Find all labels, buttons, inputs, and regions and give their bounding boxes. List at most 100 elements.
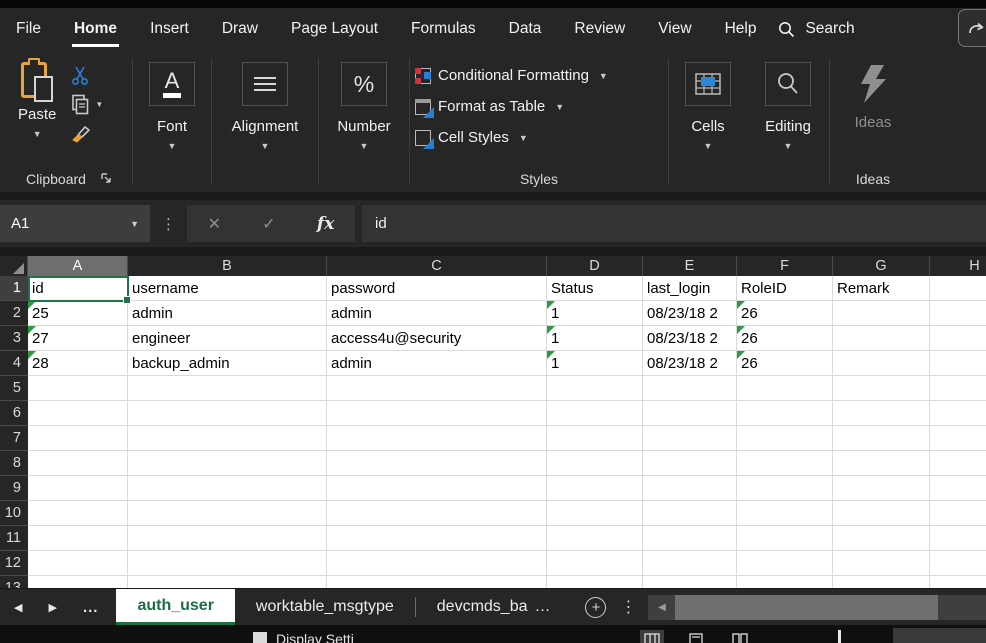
cell-G13[interactable] (833, 576, 930, 588)
sheet-tab-devcmds_ba[interactable]: devcmds_ba… (416, 589, 572, 625)
row-header-3[interactable]: 3 (0, 326, 28, 351)
column-header-H[interactable]: H (930, 256, 986, 276)
cell-D7[interactable] (547, 426, 643, 451)
column-header-C[interactable]: C (327, 256, 547, 276)
cell-F10[interactable] (737, 501, 833, 526)
cell-H3[interactable] (930, 326, 986, 351)
row-header-8[interactable]: 8 (0, 451, 28, 476)
cell-B11[interactable] (128, 526, 327, 551)
scroll-left-arrow[interactable]: ◀ (648, 602, 675, 613)
cell-D13[interactable] (547, 576, 643, 588)
share-button[interactable] (958, 9, 986, 47)
cell-F9[interactable] (737, 476, 833, 501)
cell-E1[interactable]: last_login (643, 276, 737, 301)
copy-button[interactable]: ▼ (70, 93, 103, 115)
cell-styles-button[interactable]: Cell Styles▼ (410, 122, 668, 153)
cell-H6[interactable] (930, 401, 986, 426)
row-header-7[interactable]: 7 (0, 426, 28, 451)
column-header-B[interactable]: B (128, 256, 327, 276)
select-all-corner[interactable] (0, 256, 28, 276)
horizontal-scrollbar[interactable]: ◀ (648, 595, 986, 620)
column-header-G[interactable]: G (833, 256, 930, 276)
cancel-entry-button[interactable]: ✕ (208, 214, 221, 234)
cell-D9[interactable] (547, 476, 643, 501)
cell-H13[interactable] (930, 576, 986, 588)
cell-A11[interactable] (28, 526, 128, 551)
cell-H10[interactable] (930, 501, 986, 526)
cell-A7[interactable] (28, 426, 128, 451)
next-sheet-arrow[interactable]: ▶ (48, 601, 56, 614)
cell-G2[interactable] (833, 301, 930, 326)
cell-H2[interactable] (930, 301, 986, 326)
cell-A10[interactable] (28, 501, 128, 526)
cell-B10[interactable] (128, 501, 327, 526)
cell-C3[interactable]: access4u@security (327, 326, 547, 351)
number-dropdown-caret[interactable]: ▼ (360, 141, 369, 151)
cell-G3[interactable] (833, 326, 930, 351)
font-dropdown-caret[interactable]: ▼ (168, 141, 177, 151)
cell-F6[interactable] (737, 401, 833, 426)
cell-C12[interactable] (327, 551, 547, 576)
cell-C11[interactable] (327, 526, 547, 551)
normal-view-button[interactable] (640, 630, 664, 643)
row-header-2[interactable]: 2 (0, 301, 28, 326)
cell-C4[interactable]: admin (327, 351, 547, 376)
cell-D4[interactable]: 1 (547, 351, 643, 376)
cell-A2[interactable]: 25 (28, 301, 128, 326)
cell-F3[interactable]: 26 (737, 326, 833, 351)
cell-F12[interactable] (737, 551, 833, 576)
cell-B3[interactable]: engineer (128, 326, 327, 351)
cell-F7[interactable] (737, 426, 833, 451)
menu-draw[interactable]: Draw (222, 8, 258, 50)
cell-H9[interactable] (930, 476, 986, 501)
search-button[interactable]: Search (778, 20, 854, 38)
cell-C6[interactable] (327, 401, 547, 426)
cell-D11[interactable] (547, 526, 643, 551)
formula-input[interactable]: id (362, 205, 986, 242)
row-header-12[interactable]: 12 (0, 551, 28, 576)
column-header-A[interactable]: A (28, 256, 128, 276)
paste-dropdown-caret[interactable]: ▼ (33, 129, 42, 139)
menu-view[interactable]: View (658, 8, 691, 50)
menu-file[interactable]: File (16, 8, 41, 50)
formula-bar-kebab[interactable]: ⋮ (150, 215, 187, 233)
cell-A6[interactable] (28, 401, 128, 426)
cell-E12[interactable] (643, 551, 737, 576)
row-header-10[interactable]: 10 (0, 501, 28, 526)
cell-D10[interactable] (547, 501, 643, 526)
editing-dropdown-caret[interactable]: ▼ (784, 141, 793, 151)
cell-G10[interactable] (833, 501, 930, 526)
cell-F2[interactable]: 26 (737, 301, 833, 326)
cell-G4[interactable] (833, 351, 930, 376)
cell-E10[interactable] (643, 501, 737, 526)
cell-F1[interactable]: RoleID (737, 276, 833, 301)
cell-G12[interactable] (833, 551, 930, 576)
page-layout-view-button[interactable] (684, 630, 708, 643)
column-header-F[interactable]: F (737, 256, 833, 276)
cell-H5[interactable] (930, 376, 986, 401)
cell-G9[interactable] (833, 476, 930, 501)
cell-E2[interactable]: 08/23/18 2 (643, 301, 737, 326)
row-header-4[interactable]: 4 (0, 351, 28, 376)
clipboard-dialog-launcher[interactable] (100, 172, 112, 184)
row-header-9[interactable]: 9 (0, 476, 28, 501)
cell-A12[interactable] (28, 551, 128, 576)
scrollbar-thumb[interactable] (675, 595, 938, 620)
cell-A3[interactable]: 27 (28, 326, 128, 351)
row-header-1[interactable]: 1 (0, 276, 28, 301)
cell-E9[interactable] (643, 476, 737, 501)
cell-E7[interactable] (643, 426, 737, 451)
cell-B9[interactable] (128, 476, 327, 501)
cell-C1[interactable]: password (327, 276, 547, 301)
cell-H11[interactable] (930, 526, 986, 551)
cell-D6[interactable] (547, 401, 643, 426)
format-painter-button[interactable] (70, 122, 103, 144)
cell-E6[interactable] (643, 401, 737, 426)
row-header-13[interactable]: 13 (0, 576, 28, 588)
cell-H8[interactable] (930, 451, 986, 476)
zoom-slider-handle[interactable] (838, 630, 841, 643)
menu-home[interactable]: Home (74, 8, 117, 50)
format-as-table-button[interactable]: Format as Table▼ (410, 91, 668, 122)
display-settings-button[interactable]: Display Setti (253, 631, 354, 643)
number-group[interactable]: % Number ▼ (319, 54, 409, 192)
